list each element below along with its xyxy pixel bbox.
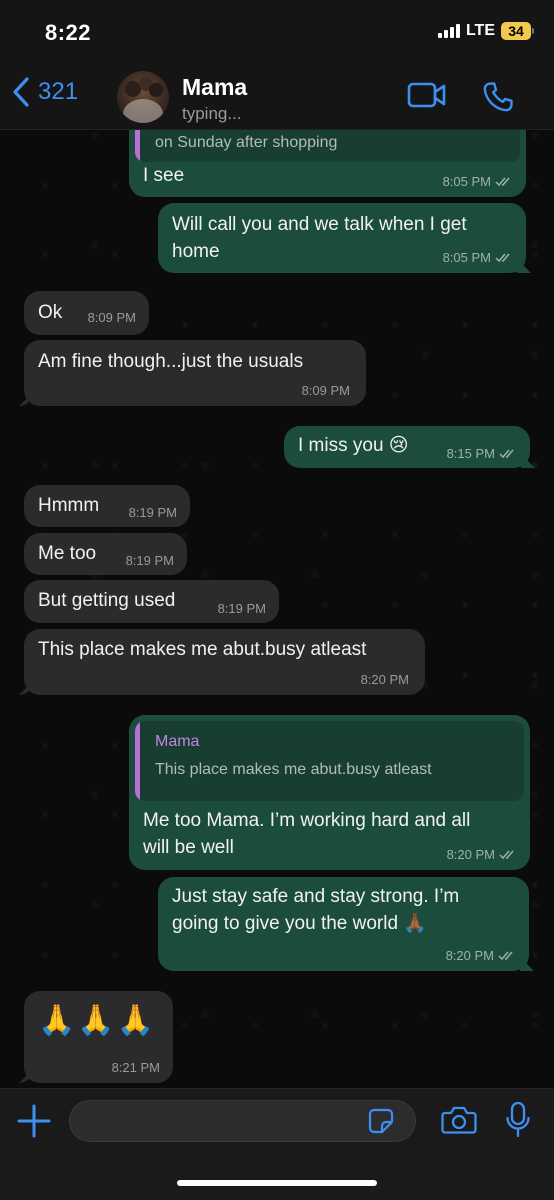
read-ticks-icon: [499, 449, 514, 459]
unread-count: 321: [38, 78, 79, 105]
message-meta: 8:20 PM: [446, 948, 516, 963]
avatar[interactable]: [117, 71, 169, 123]
message-meta: 8:05 PM: [443, 250, 513, 265]
message-meta: 8:15 PM: [447, 446, 517, 461]
message-time: 8:15 PM: [446, 446, 495, 461]
message-input[interactable]: [70, 1101, 360, 1141]
phone-icon: [483, 82, 513, 112]
message-text: Am fine though...just the usuals: [38, 351, 304, 372]
message-incoming[interactable]: Am fine though...just the usuals 8:09 PM: [19, 340, 366, 406]
video-call-button[interactable]: [407, 80, 447, 115]
microphone-icon: [506, 1101, 530, 1138]
message-outgoing[interactable]: Mama This place makes me abut.busy atlea…: [129, 715, 530, 870]
quoted-message[interactable]: on Sunday after shopping: [135, 130, 520, 162]
status-indicators: LTE 34: [437, 22, 534, 40]
message-text: I see: [143, 165, 185, 186]
message-text: This place makes me abut.busy atleast: [38, 639, 367, 660]
message-time: 8:09 PM: [301, 383, 350, 398]
status-time: 8:22: [45, 20, 92, 45]
message-meta: 8:19 PM: [126, 553, 174, 568]
message-outgoing[interactable]: Just stay safe and stay strong. I’m goin…: [158, 877, 534, 971]
message-meta: 8:21 PM: [112, 1060, 160, 1075]
battery-icon: 34: [501, 22, 534, 40]
read-ticks-icon: [498, 951, 513, 961]
message-meta: 8:20 PM: [447, 847, 517, 862]
message-time: 8:19 PM: [125, 553, 174, 568]
message-list[interactable]: on Sunday after shopping I see 8:05 PM W…: [0, 130, 554, 1088]
message-time: 8:21 PM: [111, 1060, 160, 1075]
message-time: 8:20 PM: [446, 847, 495, 862]
read-ticks-icon: [495, 253, 510, 263]
voice-message-button[interactable]: [505, 1101, 531, 1144]
contact-status: typing...: [182, 104, 242, 123]
sticker-button[interactable]: [368, 1108, 394, 1139]
plus-icon: [17, 1104, 51, 1138]
message-time: 8:05 PM: [442, 250, 491, 265]
battery-level: 34: [501, 22, 531, 40]
message-text: Just stay safe and stay strong. I’m goin…: [172, 886, 460, 934]
video-call-icon: [407, 82, 446, 108]
home-indicator[interactable]: [177, 1180, 377, 1186]
status-bar: 8:22 LTE 34: [0, 0, 554, 62]
message-incoming[interactable]: 🙏🙏🙏 8:21 PM: [19, 991, 173, 1083]
message-time: 8:20 PM: [360, 672, 409, 687]
network-label: LTE: [465, 22, 495, 39]
message-incoming[interactable]: Ok 8:09 PM: [24, 291, 149, 335]
message-meta: 8:20 PM: [361, 672, 409, 687]
message-time: 8:20 PM: [445, 948, 494, 963]
message-outgoing[interactable]: on Sunday after shopping I see 8:05 PM: [129, 130, 526, 197]
message-text: Me too Mama. I’m working hard and all wi…: [143, 810, 471, 858]
attach-button[interactable]: [15, 1102, 53, 1145]
camera-button[interactable]: [441, 1105, 477, 1140]
message-time: 8:19 PM: [128, 505, 177, 520]
camera-icon: [441, 1106, 477, 1134]
quoted-text: on Sunday after shopping: [155, 134, 338, 151]
message-input-container[interactable]: [69, 1100, 416, 1142]
message-outgoing[interactable]: Will call you and we talk when I get hom…: [158, 203, 531, 273]
message-meta: 8:05 PM: [443, 174, 513, 189]
read-ticks-icon: [499, 850, 514, 860]
message-incoming[interactable]: Hmmm 8:19 PM: [24, 485, 190, 527]
message-time: 8:05 PM: [442, 174, 491, 189]
quoted-sender: Mama: [155, 733, 200, 750]
message-incoming[interactable]: This place makes me abut.busy atleast 8:…: [19, 629, 425, 695]
message-time: 8:09 PM: [87, 310, 136, 325]
quoted-message[interactable]: Mama This place makes me abut.busy atlea…: [135, 721, 524, 801]
message-incoming[interactable]: Me too 8:19 PM: [24, 533, 187, 575]
voice-call-button[interactable]: [481, 80, 515, 119]
chat-header: 321 Mama typing...: [0, 62, 554, 130]
sticker-icon: [368, 1108, 394, 1134]
contact-name[interactable]: Mama: [182, 74, 247, 101]
message-meta: 8:09 PM: [88, 310, 136, 325]
chevron-left-icon: [13, 77, 29, 107]
message-meta: 8:09 PM: [302, 383, 350, 398]
message-time: 8:19 PM: [217, 601, 266, 616]
back-button[interactable]: 321: [10, 76, 78, 108]
signal-icon: [437, 24, 460, 38]
message-incoming[interactable]: But getting used 8:19 PM: [24, 580, 279, 623]
message-meta: 8:19 PM: [218, 601, 266, 616]
message-text: 🙏🙏🙏: [38, 1004, 157, 1037]
message-outgoing[interactable]: I miss you 😢 8:15 PM: [284, 426, 535, 468]
quoted-text: This place makes me abut.busy atleast: [155, 761, 432, 778]
message-meta: 8:19 PM: [129, 505, 177, 520]
read-ticks-icon: [495, 177, 510, 187]
